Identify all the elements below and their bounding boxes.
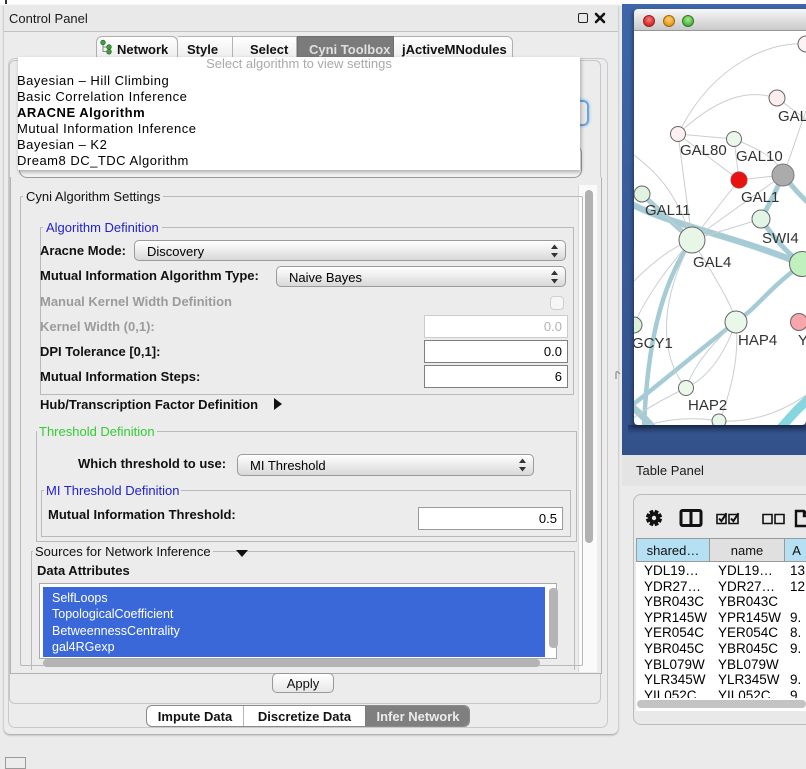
svg-text:GAL11: GAL11 <box>645 202 691 219</box>
svg-text:YM: YM <box>798 332 806 349</box>
svg-text:HAP2: HAP2 <box>688 397 727 414</box>
svg-text:SWI4: SWI4 <box>762 230 799 247</box>
svg-text:GAL1: GAL1 <box>741 189 779 206</box>
svg-text:GCY1: GCY1 <box>634 335 673 352</box>
svg-text:GAL80: GAL80 <box>680 142 727 159</box>
svg-text:GAL10: GAL10 <box>736 148 783 165</box>
svg-text:HAP4: HAP4 <box>738 332 777 349</box>
svg-text:GAL4: GAL4 <box>693 254 731 271</box>
svg-text:GAL2: GAL2 <box>778 108 806 125</box>
